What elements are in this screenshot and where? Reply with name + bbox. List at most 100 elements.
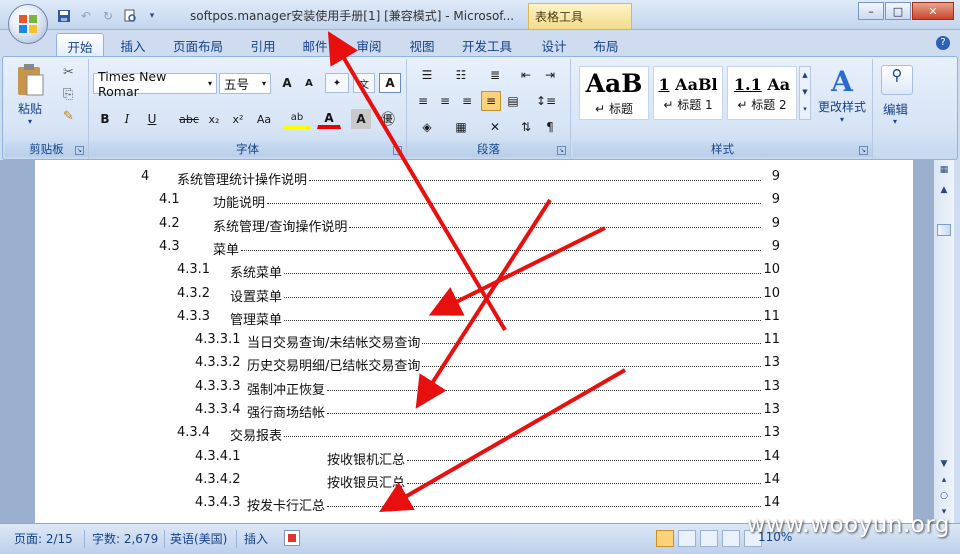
font-size-select[interactable]: 五号 ▾ — [219, 73, 271, 94]
insert-mode[interactable]: 插入 — [244, 530, 268, 547]
scroll-thumb[interactable] — [937, 224, 951, 236]
clear-format-button[interactable]: ✦ — [325, 73, 349, 93]
decrease-indent-button[interactable]: ⇤ — [515, 65, 537, 85]
styles-scroll[interactable]: ▲ ▼ ▾ — [799, 66, 811, 120]
style-heading-2[interactable]: 1.1 Aa ↵ 标题 2 — [727, 66, 797, 120]
styles-launcher-icon[interactable]: ↘ — [859, 146, 868, 155]
multilevel-list-button[interactable]: ≣ — [481, 65, 509, 85]
full-screen-view-icon[interactable] — [678, 530, 696, 547]
toc-entry[interactable]: 4.3.4 交易报表 13 — [35, 425, 913, 447]
toc-entry[interactable]: 4.3.3.1 当日交易查询/未结帐交易查询 11 — [35, 332, 913, 354]
toc-entry[interactable]: 4 系统管理统计操作说明 9 — [35, 169, 913, 191]
editing-dropdown-icon[interactable]: ▾ — [893, 117, 897, 126]
grow-font-button[interactable]: A — [277, 73, 297, 93]
toc-entry[interactable]: 4.3.4.1 按收银机汇总 14 — [35, 449, 913, 471]
toc-entry[interactable]: 4.3.3.3 强制冲正恢复 13 — [35, 379, 913, 401]
enclose-char-button[interactable]: ㊝ — [377, 109, 399, 129]
paste-button[interactable]: 粘贴 ▾ — [11, 63, 49, 129]
tab-home[interactable]: 开始 — [56, 33, 104, 56]
bullets-button[interactable]: ☰ — [413, 65, 441, 85]
style-title[interactable]: AaB ↵ 标题 — [579, 66, 649, 120]
align-left-button[interactable]: ≡ — [413, 91, 433, 111]
line-spacing-button[interactable]: ↕≡ — [531, 91, 561, 111]
language[interactable]: 英语(美国) — [170, 530, 227, 547]
distributed-button[interactable]: ▤ — [503, 91, 523, 111]
tab-page-layout[interactable]: 页面布局 — [166, 33, 230, 56]
paragraph-launcher-icon[interactable]: ↘ — [557, 146, 566, 155]
numbering-button[interactable]: ☷ — [447, 65, 475, 85]
toc-entry[interactable]: 4.3.3.2 历史交易明细/已结帐交易查询 13 — [35, 355, 913, 377]
customize-qat-icon[interactable]: ▾ — [144, 8, 160, 24]
word-count[interactable]: 字数: 2,679 — [92, 530, 158, 547]
format-painter-icon[interactable]: ✎ — [63, 109, 74, 124]
print-layout-view-icon[interactable] — [656, 530, 674, 547]
font-launcher-icon[interactable]: ↘ — [393, 146, 402, 155]
toc-entry[interactable]: 4.3.3 管理菜单 11 — [35, 309, 913, 331]
italic-button[interactable]: I — [117, 109, 137, 129]
tab-layout[interactable]: 布局 — [588, 33, 624, 56]
font-name-select[interactable]: Times New Romar ▾ — [93, 69, 217, 99]
previous-page-icon[interactable]: ▴ — [936, 472, 952, 488]
style-heading-1[interactable]: 1 AaBl ↵ 标题 1 — [653, 66, 723, 120]
tab-view[interactable]: 视图 — [403, 33, 441, 56]
bold-button[interactable]: B — [95, 109, 115, 129]
cut-icon[interactable]: ✂ — [63, 65, 74, 80]
outline-view-icon[interactable] — [722, 530, 740, 547]
minimize-button[interactable]: – — [858, 2, 884, 20]
toc-entry[interactable]: 4.3 菜单 9 — [35, 239, 913, 261]
toc-entry[interactable]: 4.3.4.2 按收银员汇总 14 — [35, 472, 913, 494]
underline-button[interactable]: U — [139, 109, 165, 129]
change-case-button[interactable]: Aa — [251, 109, 277, 129]
vertical-scrollbar[interactable]: ▦ ▲ ▼ ▴ ○ ▾ — [934, 160, 954, 523]
toc-entry[interactable]: 4.1 功能说明 9 — [35, 192, 913, 214]
strikethrough-button[interactable]: abc — [175, 109, 203, 129]
change-styles-button[interactable]: A 更改样式 ▾ — [815, 65, 869, 124]
office-button[interactable] — [8, 4, 48, 44]
save-icon[interactable] — [56, 8, 72, 24]
phonetic-guide-button[interactable]: 文 — [353, 73, 375, 93]
macro-record-icon[interactable] — [284, 530, 300, 546]
sort-button[interactable]: ⇅ — [515, 117, 537, 137]
tab-mailings[interactable]: 邮件 — [296, 33, 334, 56]
toc-entry[interactable]: 4.3.3.4 强行商场结帐 13 — [35, 402, 913, 424]
copy-icon[interactable]: ⎘ — [63, 87, 73, 102]
scroll-up-icon[interactable]: ▲ — [936, 182, 952, 198]
tab-developer[interactable]: 开发工具 — [456, 33, 518, 56]
asian-layout-button[interactable]: ✕ — [481, 117, 509, 137]
shading-button[interactable]: ◈ — [413, 117, 441, 137]
editing-button-label[interactable]: 编辑 — [883, 99, 908, 118]
help-icon[interactable]: ? — [936, 36, 950, 50]
subscript-button[interactable]: x₂ — [203, 109, 225, 129]
toc-entry[interactable]: 4.3.1 系统菜单 10 — [35, 262, 913, 284]
font-color-button[interactable]: A — [317, 109, 341, 129]
print-preview-icon[interactable] — [122, 8, 138, 24]
borders-button[interactable]: ▦ — [447, 117, 475, 137]
web-layout-view-icon[interactable] — [700, 530, 718, 547]
align-center-button[interactable]: ≡ — [435, 91, 455, 111]
show-marks-button[interactable]: ¶ — [539, 117, 561, 137]
find-icon[interactable]: ⚲ — [881, 65, 913, 95]
select-browse-object-icon[interactable]: ○ — [936, 488, 952, 504]
page-count[interactable]: 页面: 2/15 — [14, 530, 73, 547]
ruler-toggle-icon[interactable]: ▦ — [936, 162, 952, 178]
maximize-button[interactable]: □ — [885, 2, 911, 20]
undo-icon[interactable]: ↶ — [78, 8, 94, 24]
redo-icon[interactable]: ↻ — [100, 8, 116, 24]
justify-button[interactable]: ≡ — [481, 91, 501, 111]
align-right-button[interactable]: ≡ — [457, 91, 477, 111]
toc-entry[interactable]: 4.3.2 设置菜单 10 — [35, 286, 913, 308]
char-border-button[interactable]: A — [379, 73, 401, 93]
tab-review[interactable]: 审阅 — [350, 33, 388, 56]
scroll-down-icon[interactable]: ▼ — [936, 456, 952, 472]
superscript-button[interactable]: x² — [227, 109, 249, 129]
char-shading-button[interactable]: A — [351, 109, 371, 129]
tab-insert[interactable]: 插入 — [114, 33, 152, 56]
clipboard-launcher-icon[interactable]: ↘ — [75, 146, 84, 155]
document-page[interactable]: 4 系统管理统计操作说明 9 4.1 功能说明 9 4.2 系统管理/查询操作说明 9 4.3 菜单… — [35, 160, 913, 523]
tab-design[interactable]: 设计 — [536, 33, 572, 56]
increase-indent-button[interactable]: ⇥ — [539, 65, 561, 85]
close-button[interactable]: ✕ — [912, 2, 954, 20]
toc-entry[interactable]: 4.2 系统管理/查询操作说明 9 — [35, 216, 913, 238]
highlight-button[interactable]: ab — [283, 109, 311, 129]
tab-references[interactable]: 引用 — [244, 33, 282, 56]
